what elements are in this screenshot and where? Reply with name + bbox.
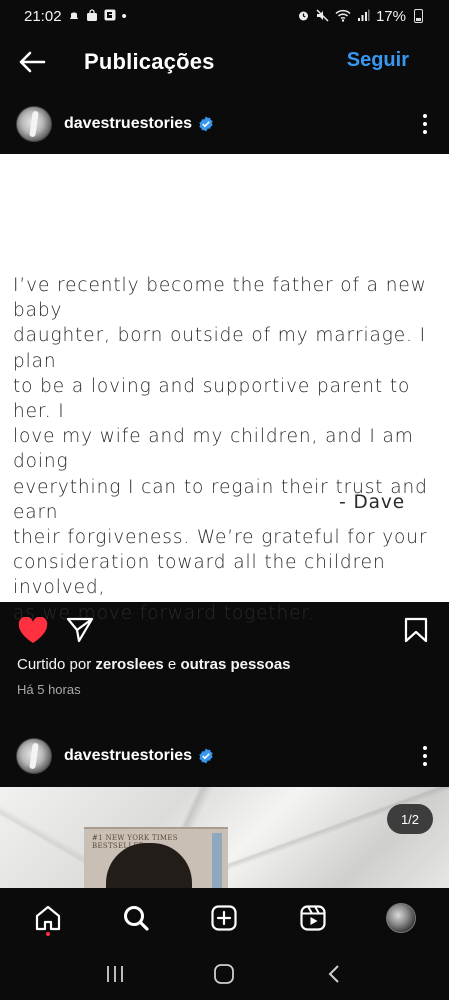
post-header: davestruestories [0, 100, 449, 148]
status-time: 21:02 [24, 7, 62, 25]
signal-icon [357, 9, 370, 24]
likes-summary[interactable]: Curtido por zeroslees e outras pessoas [17, 656, 291, 673]
post-timestamp: Há 5 horas [17, 682, 81, 697]
notification-dot [46, 932, 51, 936]
more-options-icon[interactable] [417, 744, 433, 768]
post-actions [0, 608, 449, 650]
battery-icon [414, 9, 423, 23]
post-image-text: I’ve recently become the father of a new… [13, 275, 428, 624]
follow-button[interactable]: Seguir [347, 49, 409, 72]
app-icon [104, 9, 116, 23]
status-bar: 21:02 • 17% [0, 0, 449, 32]
carousel-counter: 1/2 [387, 804, 433, 834]
search-icon [124, 906, 149, 931]
post-header: davestruestories [0, 732, 449, 780]
nav-home[interactable] [24, 894, 72, 942]
post-image[interactable]: #1 NEW YORK TIMES BESTSELLER 1/2 [0, 787, 449, 888]
recent-apps-button[interactable] [95, 954, 135, 994]
home-icon [35, 905, 61, 931]
nav-create[interactable] [200, 894, 248, 942]
more-options-icon[interactable] [417, 112, 433, 136]
back-button[interactable] [0, 36, 64, 88]
status-left: 21:02 • [24, 8, 127, 25]
bottom-nav [0, 888, 449, 948]
verified-badge-icon [199, 748, 213, 764]
back-system-button[interactable] [314, 954, 354, 994]
likes-conjunction: e [163, 656, 181, 673]
username[interactable]: davestruestories [64, 747, 192, 765]
home-button[interactable] [204, 954, 244, 994]
nav-reels[interactable] [289, 894, 337, 942]
nav-search[interactable] [112, 894, 160, 942]
recent-apps-icon [106, 966, 123, 982]
share-button[interactable] [64, 614, 96, 646]
header: Publicações Seguir [0, 36, 449, 88]
wifi-icon [335, 9, 351, 24]
reels-icon [300, 905, 326, 931]
bookmark-icon [404, 617, 428, 643]
likes-others[interactable]: outras pessoas [180, 656, 290, 673]
likes-prefix: Curtido por [17, 656, 96, 673]
alarm-icon [297, 9, 310, 24]
home-circle-icon [214, 964, 235, 984]
book-image: #1 NEW YORK TIMES BESTSELLER [84, 827, 228, 888]
verified-badge-icon [199, 116, 213, 132]
heart-icon [18, 616, 48, 643]
nav-profile[interactable] [377, 894, 425, 942]
post-image-signature: - Dave [339, 492, 405, 513]
status-dot: • [121, 7, 127, 25]
create-icon [211, 905, 238, 931]
avatar[interactable] [16, 738, 52, 774]
post-image[interactable]: I’ve recently become the father of a new… [0, 154, 449, 624]
arrow-left-icon [19, 51, 46, 73]
save-button[interactable] [400, 614, 432, 646]
avatar[interactable] [16, 106, 52, 142]
chevron-left-icon [328, 965, 339, 983]
send-icon [66, 617, 94, 643]
status-right: 17% [297, 8, 423, 25]
book-spine [212, 833, 222, 888]
like-button[interactable] [17, 614, 49, 646]
likes-user[interactable]: zeroslees [95, 656, 163, 673]
username[interactable]: davestruestories [64, 115, 192, 133]
page-title: Publicações [84, 49, 215, 74]
bag-icon [86, 8, 98, 24]
notification-icon [68, 9, 80, 24]
profile-avatar [385, 903, 416, 933]
battery-percent: 17% [375, 7, 406, 25]
system-nav [0, 948, 449, 1000]
mute-icon [316, 8, 329, 24]
